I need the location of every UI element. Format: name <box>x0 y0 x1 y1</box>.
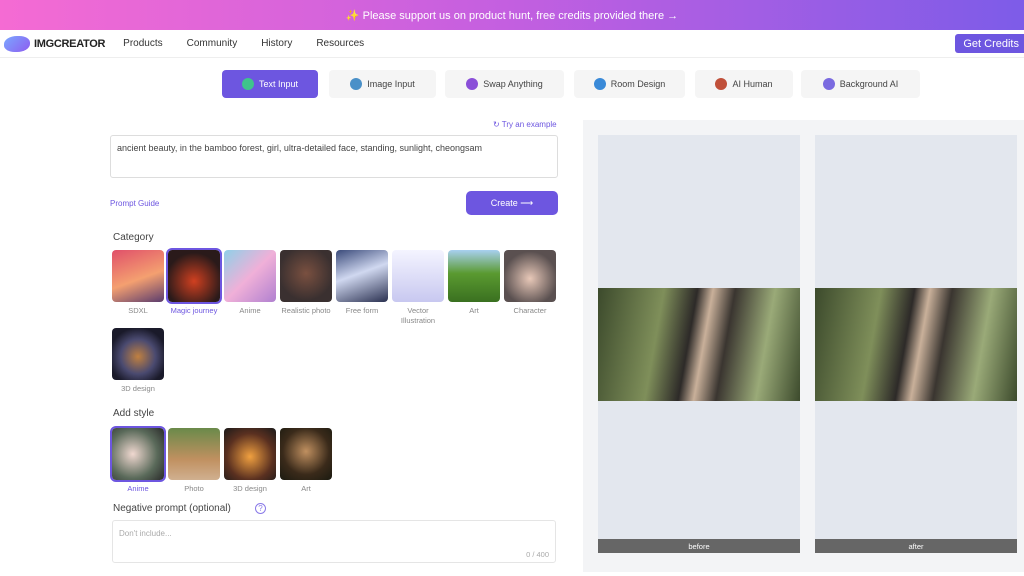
style-label: Art <box>301 484 311 493</box>
style-thumbnail <box>168 428 220 480</box>
tab-icon <box>822 78 835 90</box>
style-item[interactable]: Anime <box>110 426 166 494</box>
tab-swap-anything[interactable]: Swap Anything <box>445 70 564 98</box>
nav-history[interactable]: History <box>261 38 292 49</box>
after-card: after <box>815 135 1017 553</box>
category-label: 3D design <box>121 384 155 393</box>
category-item[interactable]: Art <box>446 250 502 316</box>
style-label: Photo <box>184 484 204 493</box>
category-thumbnail <box>448 250 500 302</box>
tab-text-input[interactable]: Text Input <box>222 70 318 98</box>
category-thumbnail <box>392 250 444 302</box>
category-thumbnail <box>112 250 164 302</box>
tab-room-design[interactable]: Room Design <box>574 70 685 98</box>
category-item[interactable]: Anime <box>222 250 278 316</box>
category-label: Free form <box>345 306 379 315</box>
style-item[interactable]: Photo <box>166 428 222 494</box>
tab-icon <box>593 78 606 90</box>
style-item[interactable]: Art <box>278 428 334 494</box>
category-item[interactable]: SDXL <box>110 250 166 316</box>
category-label: Magic journey <box>170 306 218 315</box>
before-label: before <box>598 539 800 553</box>
after-label: after <box>815 539 1017 553</box>
category-label: Vector Illustration <box>400 306 436 325</box>
category-thumbnail <box>112 328 164 380</box>
style-thumbnail <box>280 428 332 480</box>
tab-image-input[interactable]: Image Input <box>329 70 436 98</box>
tab-label: Room Design <box>610 79 666 89</box>
category-thumbnail <box>166 248 222 304</box>
add-style-title: Add style <box>113 408 155 419</box>
tab-label: Image Input <box>367 79 415 89</box>
category-item[interactable]: 3D design <box>110 328 166 394</box>
after-image <box>815 288 1017 401</box>
category-item[interactable]: Realistic photo <box>278 250 334 316</box>
create-button[interactable]: Create ⟶ <box>466 191 558 215</box>
tab-icon <box>350 78 363 90</box>
before-card: before <box>598 135 800 553</box>
tab-label: AI Human <box>732 79 773 89</box>
prompt-guide-link[interactable]: Prompt Guide <box>110 199 159 208</box>
tab-label: Swap Anything <box>483 79 543 89</box>
category-label: Character <box>513 306 547 315</box>
style-thumbnail <box>110 426 166 482</box>
category-label: SDXL <box>128 306 148 315</box>
tab-icon <box>715 78 728 90</box>
get-credits-button[interactable]: Get Credits <box>955 34 1024 53</box>
negative-prompt-input[interactable]: Don't include... 0 / 400 <box>112 520 556 563</box>
category-title: Category <box>113 232 154 243</box>
tab-background-ai[interactable]: Background AI <box>801 70 920 98</box>
category-thumbnail <box>224 250 276 302</box>
tab-icon <box>466 78 479 90</box>
negative-prompt-title: Negative prompt (optional) <box>113 503 231 514</box>
category-item[interactable]: Free form <box>334 250 390 316</box>
tab-icon <box>241 78 254 90</box>
style-thumbnail <box>224 428 276 480</box>
category-thumbnail <box>280 250 332 302</box>
help-icon[interactable]: ? <box>255 503 266 514</box>
logo[interactable]: IMGCREATOR <box>4 35 106 52</box>
nav-community[interactable]: Community <box>187 38 238 49</box>
tab-ai-human[interactable]: AI Human <box>695 70 793 98</box>
try-example-label: Try an example <box>501 120 557 129</box>
banner-text[interactable]: ✨ Please support us on product hunt, fre… <box>346 9 678 22</box>
category-item[interactable]: Vector Illustration <box>390 250 446 326</box>
nav-products[interactable]: Products <box>123 38 162 49</box>
category-item[interactable]: Magic journey <box>166 248 222 316</box>
negative-placeholder: Don't include... <box>119 529 172 538</box>
style-label: 3D design <box>233 484 267 493</box>
tab-label: Text Input <box>258 79 299 89</box>
tab-label: Background AI <box>839 79 899 89</box>
category-thumbnail <box>504 250 556 302</box>
try-example-link[interactable]: ↻ Try an example <box>493 120 557 129</box>
category-label: Realistic photo <box>281 306 331 315</box>
promo-banner[interactable]: ✨ Please support us on product hunt, fre… <box>0 0 1024 30</box>
logo-text: IMGCREATOR <box>34 37 106 50</box>
category-item[interactable]: Character <box>502 250 558 316</box>
nav-resources[interactable]: Resources <box>316 38 364 49</box>
logo-icon <box>4 35 30 52</box>
category-label: Art <box>469 306 479 315</box>
category-thumbnail <box>336 250 388 302</box>
style-item[interactable]: 3D design <box>222 428 278 494</box>
top-nav: IMGCREATOR Products Community History Re… <box>0 30 1024 58</box>
style-label: Anime <box>127 484 149 493</box>
category-label: Anime <box>239 306 261 315</box>
char-count: 0 / 400 <box>526 550 549 559</box>
prompt-input[interactable]: ancient beauty, in the bamboo forest, gi… <box>110 135 558 178</box>
before-image <box>598 288 800 401</box>
